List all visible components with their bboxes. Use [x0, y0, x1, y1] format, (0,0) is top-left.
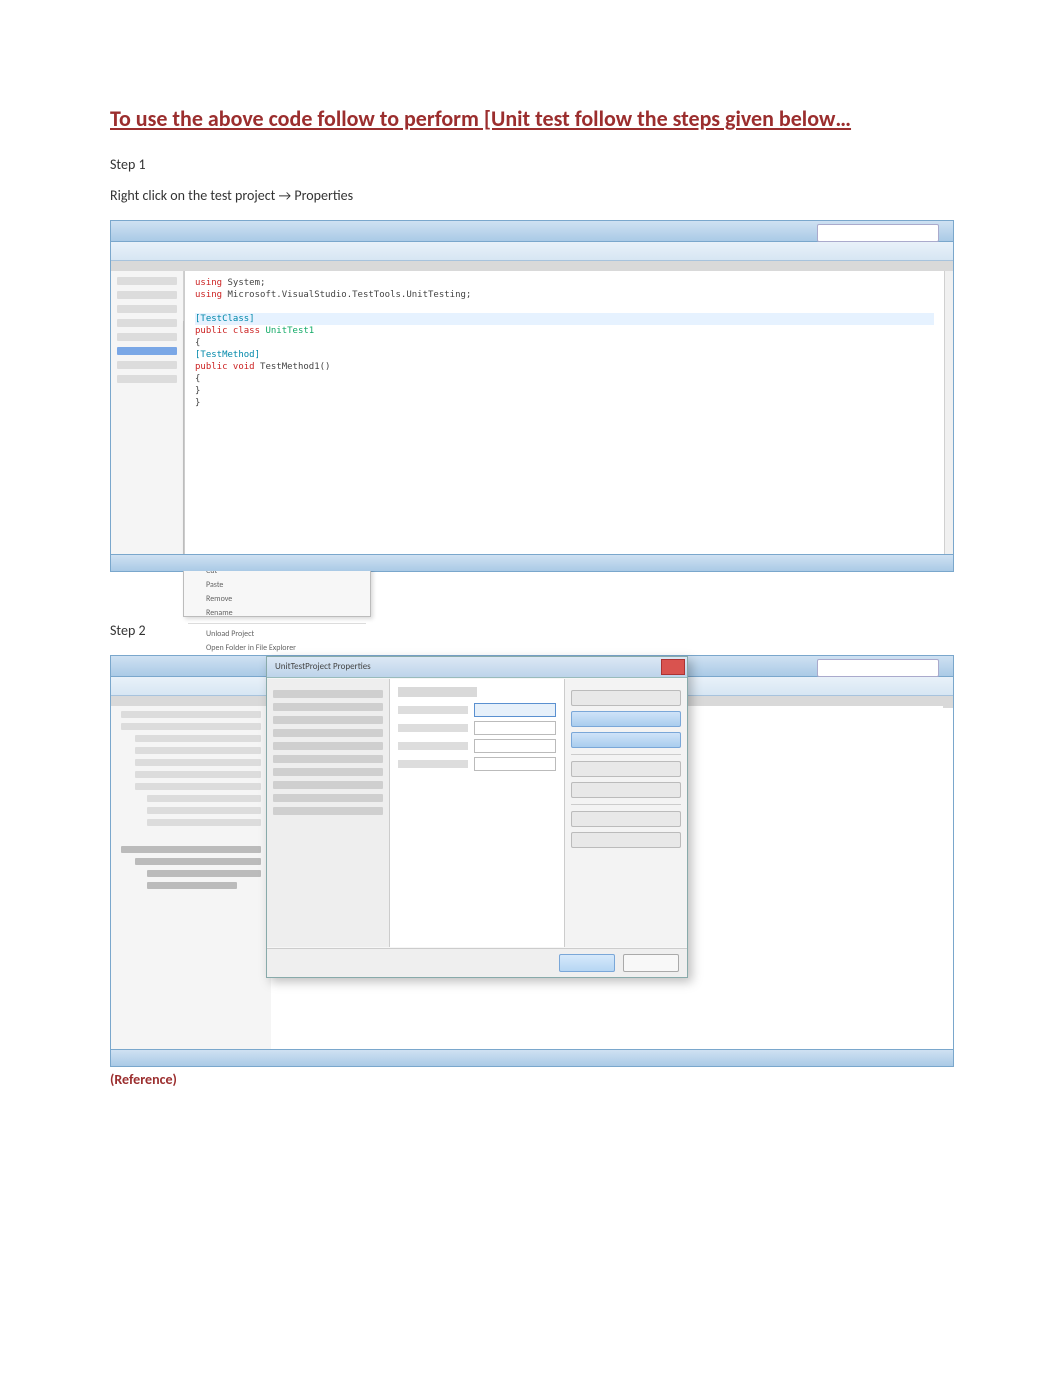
dialog-nav-item[interactable] [273, 742, 383, 750]
dialog-nav-item[interactable] [273, 690, 383, 698]
code-text: } [195, 397, 934, 409]
assembly-info-button[interactable] [571, 690, 681, 706]
namespace-input[interactable] [474, 721, 556, 735]
solution-explorer[interactable] [111, 271, 184, 555]
resource-file-button[interactable] [571, 832, 681, 848]
dialog-nav-item[interactable] [273, 716, 383, 724]
ide-status-bar [111, 1049, 953, 1066]
code-keyword: public void [195, 362, 255, 372]
annotation-text: (Reference) [110, 1071, 952, 1088]
code-text: { [195, 373, 934, 385]
manifest-button[interactable] [571, 811, 681, 827]
namespace-label [398, 724, 468, 732]
close-button[interactable] [661, 659, 685, 675]
code-text: } [195, 385, 934, 397]
dialog-title-bar: UnitTestProject Properties [267, 657, 687, 678]
dialog-nav-item[interactable] [273, 729, 383, 737]
dialog-footer [267, 948, 687, 977]
cancel-button[interactable] [623, 954, 679, 972]
solution-explorer[interactable] [111, 706, 272, 1050]
dialog-nav-item[interactable] [273, 755, 383, 763]
editor-scrollbar[interactable] [944, 271, 953, 555]
code-editor[interactable]: using System; using Microsoft.VisualStud… [184, 271, 944, 555]
dialog-nav-item[interactable] [273, 768, 383, 776]
code-text: TestMethod1() [255, 362, 331, 372]
screenshot-ide-properties-dialog: UnitTestProject Properties [110, 655, 954, 1067]
dialog-nav-item[interactable] [273, 794, 383, 802]
dialog-nav-item[interactable] [273, 703, 383, 711]
project-properties-dialog: UnitTestProject Properties [266, 656, 688, 978]
quick-launch-input[interactable] [817, 224, 939, 242]
assembly-name-input[interactable] [474, 703, 556, 717]
target-framework-combo[interactable] [474, 739, 556, 753]
dialog-nav[interactable] [267, 679, 390, 947]
icon-manifest-button[interactable] [571, 761, 681, 777]
code-classname: UnitTest1 [260, 326, 314, 336]
output-type-combo[interactable] [474, 757, 556, 771]
dialog-nav-item[interactable] [273, 781, 383, 789]
context-menu-item[interactable]: Unload Project [184, 627, 370, 641]
code-attribute: [TestClass] [195, 314, 255, 324]
step-1-desc: Right click on the test project → Proper… [110, 187, 952, 204]
screenshot-ide-context-menu: Build Rebuild Clean View Analyze Scope t… [110, 220, 954, 572]
resources-button[interactable] [571, 732, 681, 748]
view-windows-settings-button[interactable] [571, 711, 681, 727]
dialog-main-panel [390, 679, 564, 947]
code-text: { [195, 337, 934, 349]
code-attribute: [TestMethod] [195, 350, 260, 360]
dialog-right-panel [564, 679, 687, 947]
ide-menu-bar [111, 242, 953, 261]
assembly-name-label [398, 706, 468, 714]
code-text: System; [222, 278, 265, 288]
icon-button[interactable] [571, 782, 681, 798]
code-keyword: public class [195, 326, 260, 336]
project-node-selected[interactable] [117, 347, 177, 355]
code-keyword: using [195, 278, 222, 288]
code-text: Microsoft.VisualStudio.TestTools.UnitTes… [222, 290, 471, 300]
dialog-section-title [398, 687, 477, 697]
target-framework-label [398, 742, 468, 750]
code-keyword: using [195, 290, 222, 300]
context-menu-item[interactable]: Paste [184, 578, 370, 592]
ok-button[interactable] [559, 954, 615, 972]
dialog-nav-item[interactable] [273, 807, 383, 815]
ide-status-bar [111, 554, 953, 571]
context-menu-item[interactable]: Remove [184, 592, 370, 606]
context-menu-item[interactable]: Rename [184, 606, 370, 620]
context-menu-item[interactable]: Open Folder in File Explorer [184, 641, 370, 655]
dialog-title-text: UnitTestProject Properties [275, 661, 371, 672]
page-heading: To use the above code follow to perform … [110, 105, 952, 132]
step-1-label: Step 1 [110, 156, 952, 173]
output-type-label [398, 760, 468, 768]
quick-launch-input[interactable] [817, 659, 939, 677]
